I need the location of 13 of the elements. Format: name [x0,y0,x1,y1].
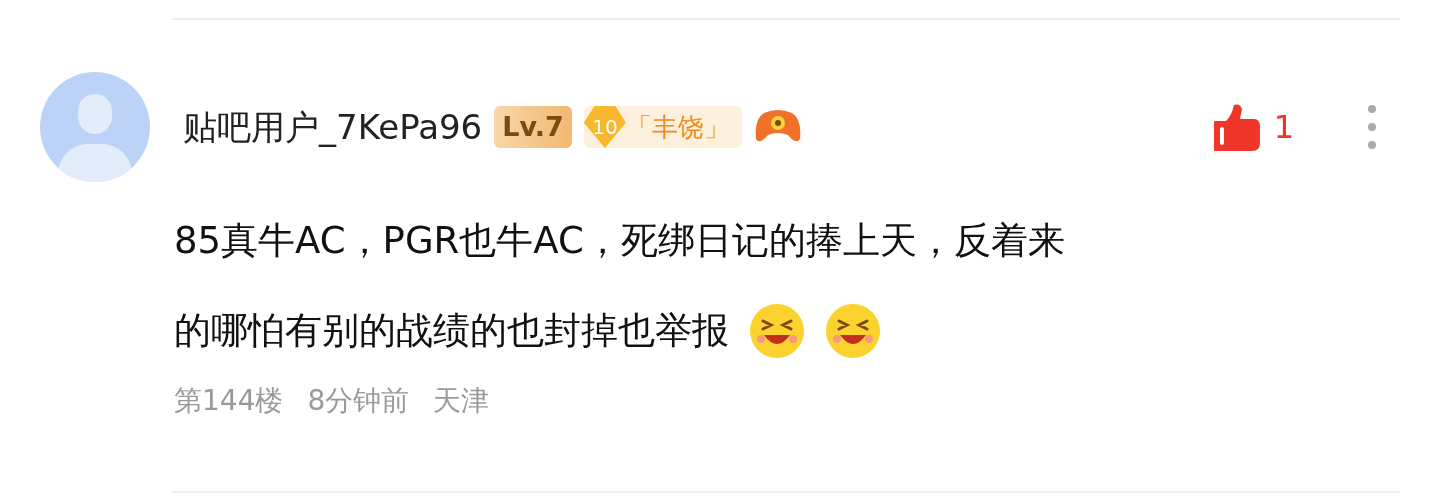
comment-meta: 天津 [433,383,490,419]
tier-title: 「丰饶」 [625,110,730,144]
laughing-emoji-icon [825,303,881,359]
comment-meta: 第144楼 [174,383,284,419]
laughing-emoji-icon [749,303,805,359]
comment-text-line: 85真牛AC，PGR也牛AC，死绑日记的捧上天，反着来 [174,218,1065,265]
more-options-icon[interactable] [1366,104,1378,150]
comment-text-line: 的哪怕有别的战绩的也封掉也举报 [174,308,729,355]
level-badge: Lv.7 [494,106,572,148]
comment-meta: 8分钟前 [307,383,410,419]
like-button[interactable]: 1 [1209,101,1294,153]
tier-number: 10 [583,106,626,148]
username[interactable]: 贴吧用户_7KePa96 [183,101,483,153]
